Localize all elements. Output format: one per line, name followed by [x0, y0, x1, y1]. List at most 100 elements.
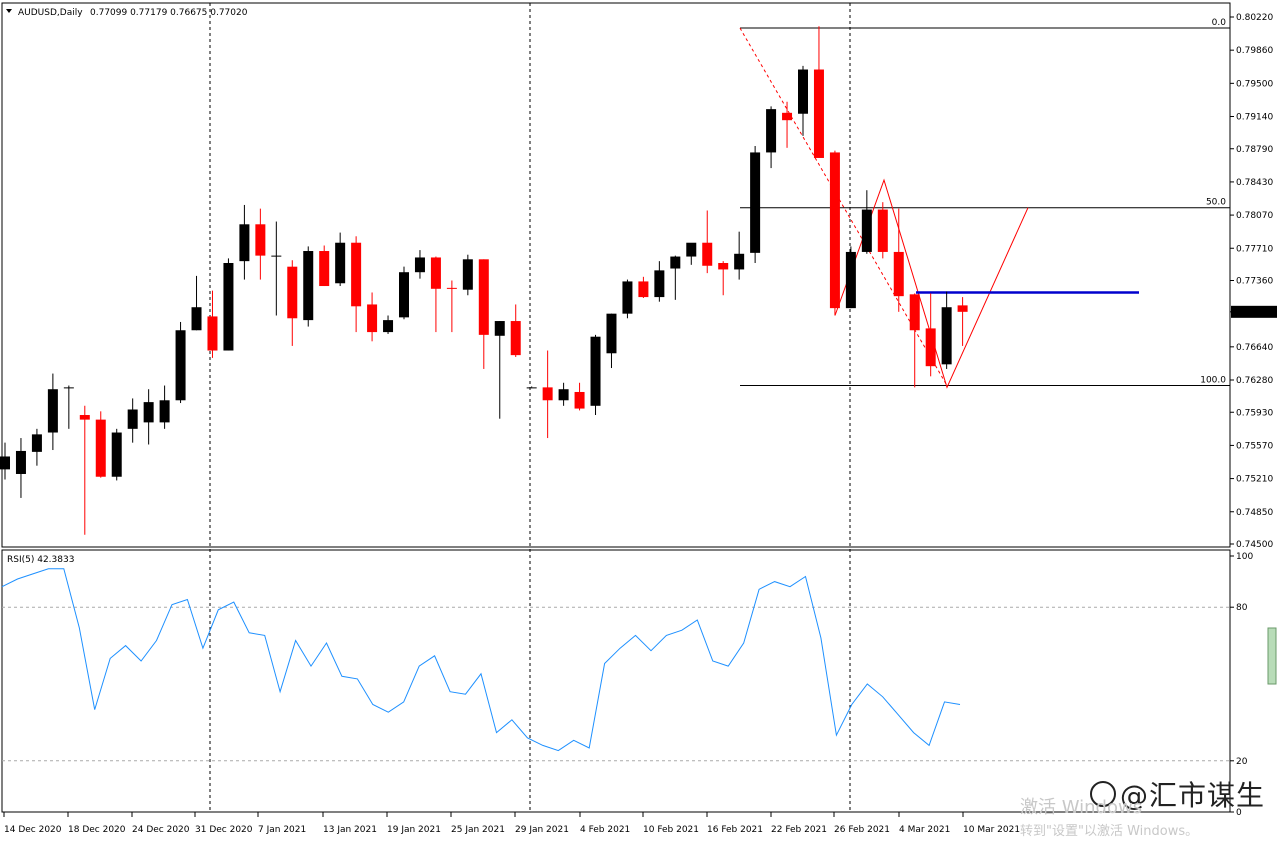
- time-tick-label: 18 Dec 2020: [68, 825, 126, 835]
- candle-body: [702, 242, 713, 266]
- current-price-label: 0.77020: [1235, 308, 1272, 318]
- candle-body: [175, 330, 186, 401]
- price-frame: [1, 2, 1231, 548]
- candle-body: [590, 336, 601, 406]
- candle-body: [861, 209, 872, 252]
- time-tick-label: 7 Jan 2021: [258, 825, 306, 835]
- candle-body: [941, 307, 952, 365]
- candle-body: [287, 266, 298, 319]
- time-tick-label: 16 Feb 2021: [707, 825, 763, 835]
- price-tick-label: 0.79500: [1236, 79, 1273, 89]
- price-tick-label: 0.76280: [1236, 376, 1273, 386]
- time-tick-label: 24 Dec 2020: [132, 825, 190, 835]
- symbol-header: AUDUSD,Daily: [18, 8, 83, 18]
- price-tick-label: 0.77710: [1236, 244, 1273, 254]
- activate-windows-hint: 转到"设置"以激活 Windows。: [1020, 824, 1199, 839]
- candle-body: [957, 305, 968, 312]
- candle-body: [670, 256, 681, 269]
- candle-body: [271, 255, 282, 257]
- candle-body: [79, 415, 90, 420]
- rsi-tick-label: 20: [1236, 757, 1248, 767]
- candle-body: [351, 242, 362, 307]
- time-tick-label: 19 Jan 2021: [387, 825, 441, 835]
- time-tick-label: 10 Mar 2021: [963, 825, 1020, 835]
- price-tick-label: 0.75930: [1236, 408, 1273, 418]
- time-tick-label: 10 Feb 2021: [643, 825, 699, 835]
- candle-body: [718, 262, 729, 270]
- candle-body: [574, 391, 585, 409]
- candle-body: [143, 402, 154, 423]
- candle-body: [255, 224, 266, 256]
- time-tick-label: 13 Jan 2021: [323, 825, 377, 835]
- fib-level-label: 50.0: [1206, 198, 1226, 208]
- price-tick-label: 0.77360: [1236, 277, 1273, 287]
- candle-body: [63, 387, 74, 389]
- rsi-panel: 10080200: [1, 549, 1277, 818]
- candle-body: [191, 307, 202, 331]
- candle-body: [446, 287, 457, 289]
- price-tick-label: 0.75210: [1236, 475, 1273, 485]
- candle-body: [622, 281, 633, 314]
- candle-body: [31, 434, 42, 452]
- time-tick-label: 26 Feb 2021: [834, 825, 890, 835]
- menu-triangle-icon[interactable]: [6, 9, 12, 13]
- time-tick-label: 4 Mar 2021: [899, 825, 950, 835]
- candle-body: [399, 272, 409, 318]
- price-tick-label: 0.78430: [1236, 178, 1273, 188]
- time-tick-label: 31 Dec 2020: [195, 825, 253, 835]
- candle-body: [734, 253, 745, 270]
- candle-body: [319, 251, 330, 287]
- candle-body: [494, 321, 505, 336]
- rsi-header: RSI(5) 42.3833: [7, 555, 74, 565]
- candle-body: [15, 450, 26, 474]
- header-prices: 0.77099 0.77179 0.76675 0.77020: [90, 8, 248, 18]
- activate-windows-title: 激活 Windows: [1020, 797, 1143, 818]
- candle-body: [462, 259, 473, 290]
- candle-body: [925, 328, 936, 367]
- candle-body: [766, 109, 777, 153]
- candle-body: [542, 387, 553, 401]
- candle-body: [430, 257, 441, 289]
- fib-level-label: 100.0: [1200, 376, 1226, 386]
- price-tick-label: 0.78790: [1236, 145, 1273, 155]
- price-tick-label: 0.78070: [1236, 211, 1273, 221]
- fib-level-label: 0.0: [1212, 18, 1227, 28]
- chart-canvas: 0.80220 0.79860 0.79500 0.79140 0.78790 0.784…: [0, 2, 1277, 835]
- candle-body: [798, 69, 808, 114]
- candle-body: [877, 209, 888, 252]
- candle-body: [845, 251, 856, 309]
- candle-body: [335, 242, 346, 284]
- candle-body: [95, 419, 106, 477]
- price-tick-label: 0.74500: [1236, 540, 1273, 550]
- rsi-tick-label: 100: [1236, 552, 1253, 562]
- candle-body: [47, 389, 58, 433]
- candle-body: [526, 387, 537, 389]
- candle-body: [909, 294, 920, 331]
- rsi-line: [1, 568, 961, 752]
- candle-body: [414, 257, 425, 273]
- candle-body: [207, 316, 218, 351]
- candle-body: [303, 251, 314, 321]
- price-tick-label: 0.79860: [1236, 46, 1273, 56]
- candle-body: [654, 270, 665, 298]
- price-tick-label: 0.75570: [1236, 441, 1273, 451]
- candle-body: [367, 304, 378, 333]
- price-tick-label: 0.79140: [1236, 113, 1273, 123]
- price-tick-label: 0.74850: [1236, 508, 1273, 518]
- candle-body: [223, 262, 234, 351]
- candle-body: [750, 152, 761, 253]
- price-tick-label: 0.76640: [1236, 343, 1273, 353]
- candle-body: [478, 259, 489, 335]
- candle-body: [813, 69, 824, 158]
- time-tick-label: 22 Feb 2021: [771, 825, 827, 835]
- time-tick-label: 29 Jan 2021: [515, 825, 569, 835]
- time-axis: 14 Dec 2020 18 Dec 2020 24 Dec 2020 31 Dec …: [3, 812, 1020, 835]
- candle-body: [111, 432, 122, 477]
- candle-body: [383, 320, 394, 333]
- candle-body: [127, 409, 138, 429]
- time-tick-label: 4 Feb 2021: [580, 825, 630, 835]
- candle-body: [782, 112, 793, 121]
- candle-body: [829, 152, 840, 309]
- scrollbar-handle: [1267, 627, 1277, 685]
- candle-body: [159, 400, 170, 423]
